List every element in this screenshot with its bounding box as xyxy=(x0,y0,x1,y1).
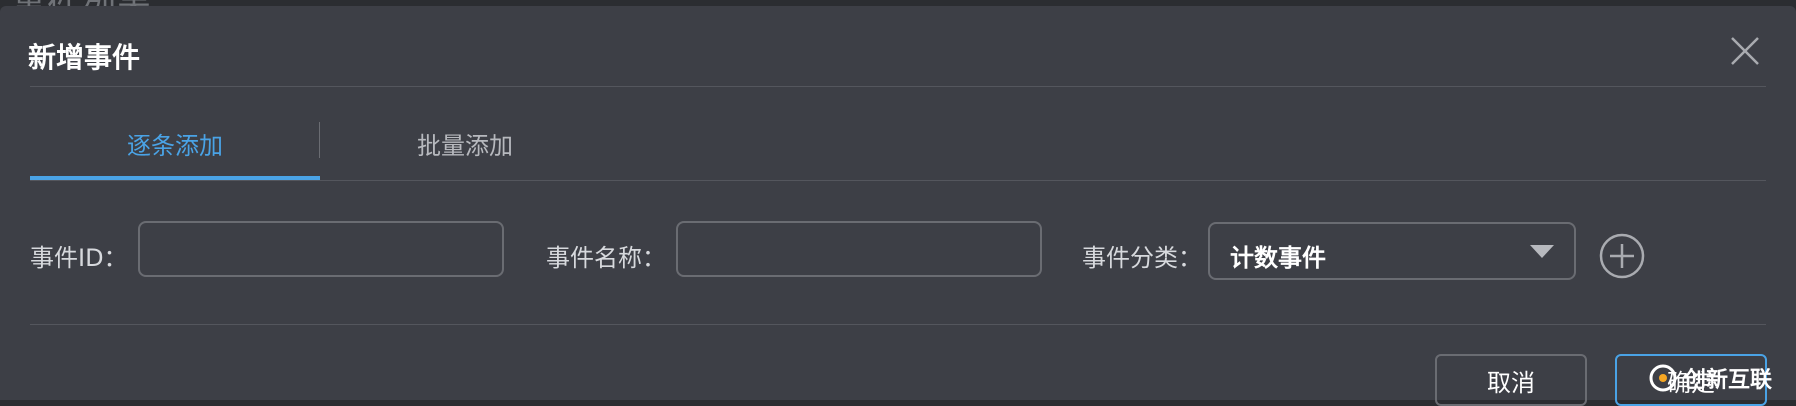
tabs-divider xyxy=(30,180,1766,181)
close-icon[interactable] xyxy=(1728,34,1762,68)
event-id-input[interactable] xyxy=(138,221,504,277)
event-category-value: 计数事件 xyxy=(1230,244,1326,272)
event-name-label: 事件名称： xyxy=(546,244,666,272)
dropdown-caret-icon xyxy=(1530,245,1554,258)
footer-divider xyxy=(30,324,1766,325)
event-id-label: 事件ID： xyxy=(30,244,128,272)
plus-circle-icon[interactable] xyxy=(1598,232,1646,280)
tab-single-add[interactable]: 逐条添加 xyxy=(30,110,320,176)
watermark-text: 创新互联 xyxy=(1684,368,1773,393)
watermark: 创新互联 xyxy=(1648,356,1796,400)
add-event-dialog: 新增事件 逐条添加 批量添加 事件ID： 事件名称： 事件分类： 计数事件 取消… xyxy=(0,6,1796,406)
cancel-button[interactable]: 取消 xyxy=(1435,354,1587,406)
tab-bar: 逐条添加 批量添加 xyxy=(30,110,1766,180)
watermark-logo-icon xyxy=(1649,364,1677,392)
event-category-select[interactable]: 计数事件 xyxy=(1208,222,1576,280)
event-category-label: 事件分类： xyxy=(1082,244,1202,272)
event-name-input[interactable] xyxy=(676,221,1042,277)
dialog-title: 新增事件 xyxy=(28,41,141,74)
tab-batch-add[interactable]: 批量添加 xyxy=(320,110,610,176)
header-divider xyxy=(30,86,1766,87)
